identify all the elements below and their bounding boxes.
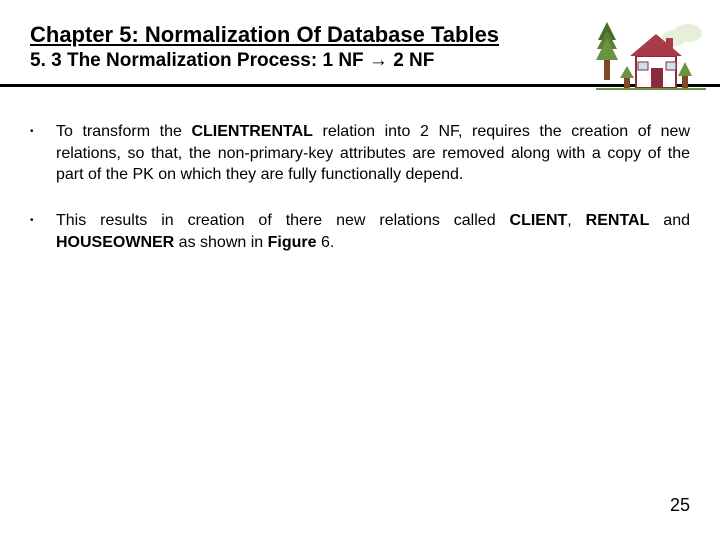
bullet-text: This results in creation of there new re… bbox=[56, 210, 690, 253]
text-bold: Figure bbox=[268, 234, 317, 251]
content-area: • To transform the CLIENTRENTAL relation… bbox=[0, 87, 720, 253]
text-bold: CLIENT bbox=[510, 212, 568, 229]
text-bold: RENTAL bbox=[586, 212, 650, 229]
bullet-icon: • bbox=[30, 210, 56, 253]
section-title: 5. 3 The Normalization Process: 1 NF → 2… bbox=[30, 50, 690, 72]
text-bold: HOUSEOWNER bbox=[56, 234, 174, 251]
text-run: as shown in bbox=[174, 234, 267, 251]
text-run: 6. bbox=[317, 234, 335, 251]
text-run: , bbox=[567, 212, 585, 229]
text-run: This results in creation of there new re… bbox=[56, 212, 510, 229]
house-illustration bbox=[596, 16, 706, 100]
slide: Chapter 5: Normalization Of Database Tab… bbox=[0, 0, 720, 540]
bullet-list: • To transform the CLIENTRENTAL relation… bbox=[30, 121, 690, 253]
bullet-icon: • bbox=[30, 121, 56, 186]
text-run: To transform the bbox=[56, 123, 191, 140]
text-bold: CLIENTRENTAL bbox=[191, 123, 312, 140]
bullet-text: To transform the CLIENTRENTAL relation i… bbox=[56, 121, 690, 186]
list-item: • To transform the CLIENTRENTAL relation… bbox=[30, 121, 690, 186]
text-run: and bbox=[649, 212, 690, 229]
page-number: 25 bbox=[670, 495, 690, 516]
chapter-title: Chapter 5: Normalization Of Database Tab… bbox=[30, 22, 690, 47]
list-item: • This results in creation of there new … bbox=[30, 210, 690, 253]
